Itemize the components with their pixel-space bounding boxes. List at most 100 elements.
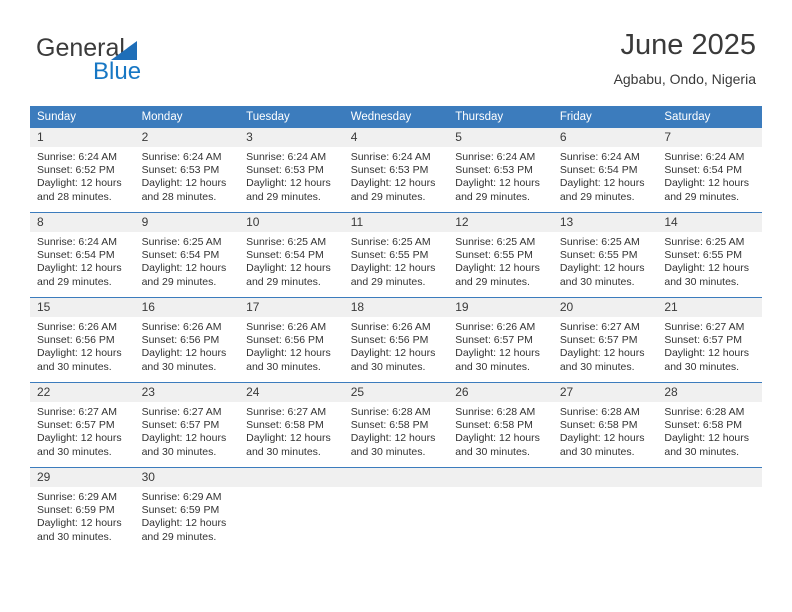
day-cell[interactable]: 17 Sunrise: 6:26 AM Sunset: 6:56 PM Dayligh… xyxy=(239,298,344,382)
sunset-text: Sunset: 6:59 PM xyxy=(37,504,115,517)
day-cell[interactable]: 1 Sunrise: 6:24 AM Sunset: 6:52 PM Daylight… xyxy=(30,128,135,212)
day-cell[interactable]: 22 Sunrise: 6:27 AM Sunset: 6:57 PM Dayligh… xyxy=(30,383,135,467)
calendar-day-cell[interactable]: 25 Sunrise: 6:28 AM Sunset: 6:58 PM Dayligh… xyxy=(343,382,449,468)
general-blue-logo[interactable]: General Blue xyxy=(36,34,236,90)
day-cell[interactable]: 25 Sunrise: 6:28 AM Sunset: 6:58 PM Dayligh… xyxy=(343,383,449,467)
day-cell[interactable]: 5 Sunrise: 6:24 AM Sunset: 6:53 PM Daylight… xyxy=(448,128,553,212)
day-number: 13 xyxy=(552,213,658,232)
daylight-text: Daylight: 12 hours and 30 minutes. xyxy=(455,432,540,458)
daylight-text: Daylight: 12 hours and 30 minutes. xyxy=(559,347,645,373)
calendar-day-cell[interactable]: 12 Sunrise: 6:25 AM Sunset: 6:55 PM Dayligh… xyxy=(448,212,553,298)
daylight-text: Daylight: 12 hours and 29 minutes. xyxy=(37,262,122,288)
day-cell[interactable]: 19 Sunrise: 6:26 AM Sunset: 6:57 PM Dayligh… xyxy=(448,298,553,382)
page-title: June 2025 xyxy=(620,29,756,61)
calendar-day-cell[interactable]: 17 Sunrise: 6:26 AM Sunset: 6:56 PM Dayligh… xyxy=(239,297,344,383)
day-cell[interactable]: 29 Sunrise: 6:29 AM Sunset: 6:59 PM Dayligh… xyxy=(30,468,135,552)
daylight-text: Daylight: 12 hours and 29 minutes. xyxy=(455,262,540,288)
calendar-day-cell[interactable]: 26 Sunrise: 6:28 AM Sunset: 6:58 PM Dayligh… xyxy=(448,382,553,468)
daylight-text: Daylight: 12 hours and 29 minutes. xyxy=(350,177,436,203)
sunset-text: Sunset: 6:54 PM xyxy=(559,164,638,177)
logo-text-blue: Blue xyxy=(93,58,142,85)
calendar-day-cell[interactable]: 1 Sunrise: 6:24 AM Sunset: 6:52 PM Daylight… xyxy=(30,128,135,213)
calendar-day-cell[interactable]: 18 Sunrise: 6:26 AM Sunset: 6:56 PM Dayligh… xyxy=(343,297,449,383)
day-details: Sunrise: 6:25 AM Sunset: 6:55 PM Daylight:… xyxy=(657,232,762,289)
calendar-day-cell[interactable]: 29 Sunrise: 6:29 AM Sunset: 6:59 PM Dayligh… xyxy=(30,467,135,552)
day-cell[interactable]: 27 Sunrise: 6:28 AM Sunset: 6:58 PM Dayligh… xyxy=(552,383,658,467)
day-cell[interactable]: 14 Sunrise: 6:25 AM Sunset: 6:55 PM Dayligh… xyxy=(657,213,762,297)
day-number: 22 xyxy=(30,383,135,402)
calendar-week-row: 15 Sunrise: 6:26 AM Sunset: 6:56 PM Dayligh… xyxy=(30,297,762,383)
day-number xyxy=(657,468,762,487)
sunrise-text: Sunrise: 6:26 AM xyxy=(455,321,536,333)
day-cell[interactable]: 21 Sunrise: 6:27 AM Sunset: 6:57 PM Dayligh… xyxy=(657,298,762,382)
day-cell[interactable]: 30 Sunrise: 6:29 AM Sunset: 6:59 PM Dayligh… xyxy=(134,468,240,552)
calendar-day-cell[interactable]: 27 Sunrise: 6:28 AM Sunset: 6:58 PM Dayligh… xyxy=(552,382,658,468)
sunrise-sunset-calendar-table: Sunday Monday Tuesday Wednesday Thursday… xyxy=(30,106,762,552)
day-cell[interactable]: 16 Sunrise: 6:26 AM Sunset: 6:56 PM Dayligh… xyxy=(134,298,240,382)
daylight-text: Daylight: 12 hours and 30 minutes. xyxy=(350,347,436,373)
calendar-day-cell[interactable]: 4 Sunrise: 6:24 AM Sunset: 6:53 PM Daylight… xyxy=(343,128,449,213)
calendar-day-cell[interactable]: 5 Sunrise: 6:24 AM Sunset: 6:53 PM Daylight… xyxy=(448,128,553,213)
day-details: Sunrise: 6:28 AM Sunset: 6:58 PM Daylight:… xyxy=(657,402,762,459)
calendar-day-cell[interactable]: 9 Sunrise: 6:25 AM Sunset: 6:54 PM Daylight… xyxy=(134,212,240,298)
day-cell[interactable]: 11 Sunrise: 6:25 AM Sunset: 6:55 PM Dayligh… xyxy=(343,213,449,297)
day-number: 8 xyxy=(30,213,135,232)
daylight-text: Daylight: 12 hours and 30 minutes. xyxy=(246,432,331,458)
calendar-day-cell[interactable]: 7 Sunrise: 6:24 AM Sunset: 6:54 PM Daylight… xyxy=(657,128,762,213)
weekday-header-sunday: Sunday xyxy=(30,106,135,128)
empty-day-cell xyxy=(448,468,553,552)
day-cell[interactable]: 15 Sunrise: 6:26 AM Sunset: 6:56 PM Dayligh… xyxy=(30,298,135,382)
calendar-day-cell[interactable]: 22 Sunrise: 6:27 AM Sunset: 6:57 PM Dayligh… xyxy=(30,382,135,468)
sunrise-text: Sunrise: 6:25 AM xyxy=(246,236,327,248)
daylight-text: Daylight: 12 hours and 30 minutes. xyxy=(664,262,750,288)
calendar-day-cell[interactable]: 19 Sunrise: 6:26 AM Sunset: 6:57 PM Dayligh… xyxy=(448,297,553,383)
day-details: Sunrise: 6:28 AM Sunset: 6:58 PM Daylight:… xyxy=(344,402,449,459)
calendar-day-cell[interactable] xyxy=(657,467,762,552)
day-cell[interactable]: 26 Sunrise: 6:28 AM Sunset: 6:58 PM Dayligh… xyxy=(448,383,553,467)
calendar-day-cell[interactable] xyxy=(552,467,658,552)
calendar-day-cell[interactable]: 28 Sunrise: 6:28 AM Sunset: 6:58 PM Dayligh… xyxy=(657,382,762,468)
day-cell[interactable]: 23 Sunrise: 6:27 AM Sunset: 6:57 PM Dayligh… xyxy=(134,383,240,467)
sunset-text: Sunset: 6:57 PM xyxy=(559,334,638,347)
calendar-day-cell[interactable] xyxy=(448,467,553,552)
day-number xyxy=(448,468,553,487)
day-cell[interactable]: 13 Sunrise: 6:25 AM Sunset: 6:55 PM Dayligh… xyxy=(552,213,658,297)
day-number: 30 xyxy=(134,468,240,487)
calendar-day-cell[interactable] xyxy=(343,467,449,552)
calendar-day-cell[interactable] xyxy=(239,467,344,552)
calendar-day-cell[interactable]: 30 Sunrise: 6:29 AM Sunset: 6:59 PM Dayligh… xyxy=(134,467,240,552)
calendar-day-cell[interactable]: 15 Sunrise: 6:26 AM Sunset: 6:56 PM Dayligh… xyxy=(30,297,135,383)
day-cell[interactable]: 4 Sunrise: 6:24 AM Sunset: 6:53 PM Daylight… xyxy=(343,128,449,212)
day-cell[interactable]: 2 Sunrise: 6:24 AM Sunset: 6:53 PM Daylight… xyxy=(134,128,240,212)
day-cell[interactable]: 9 Sunrise: 6:25 AM Sunset: 6:54 PM Daylight… xyxy=(134,213,240,297)
daylight-text: Daylight: 12 hours and 29 minutes. xyxy=(350,262,436,288)
calendar-day-cell[interactable]: 13 Sunrise: 6:25 AM Sunset: 6:55 PM Dayligh… xyxy=(552,212,658,298)
day-number: 5 xyxy=(448,128,553,147)
day-cell[interactable]: 7 Sunrise: 6:24 AM Sunset: 6:54 PM Daylight… xyxy=(657,128,762,212)
calendar-day-cell[interactable]: 6 Sunrise: 6:24 AM Sunset: 6:54 PM Daylight… xyxy=(552,128,658,213)
day-cell[interactable]: 10 Sunrise: 6:25 AM Sunset: 6:54 PM Dayligh… xyxy=(239,213,344,297)
day-cell[interactable]: 28 Sunrise: 6:28 AM Sunset: 6:58 PM Dayligh… xyxy=(657,383,762,467)
calendar-day-cell[interactable]: 23 Sunrise: 6:27 AM Sunset: 6:57 PM Dayligh… xyxy=(134,382,240,468)
day-cell[interactable]: 12 Sunrise: 6:25 AM Sunset: 6:55 PM Dayligh… xyxy=(448,213,553,297)
empty-day-cell xyxy=(657,468,762,552)
calendar-day-cell[interactable]: 10 Sunrise: 6:25 AM Sunset: 6:54 PM Dayligh… xyxy=(239,212,344,298)
calendar-day-cell[interactable]: 16 Sunrise: 6:26 AM Sunset: 6:56 PM Dayligh… xyxy=(134,297,240,383)
calendar-day-cell[interactable]: 11 Sunrise: 6:25 AM Sunset: 6:55 PM Dayligh… xyxy=(343,212,449,298)
day-cell[interactable]: 20 Sunrise: 6:27 AM Sunset: 6:57 PM Dayligh… xyxy=(552,298,658,382)
day-cell[interactable]: 24 Sunrise: 6:27 AM Sunset: 6:58 PM Dayligh… xyxy=(239,383,344,467)
calendar-day-cell[interactable]: 2 Sunrise: 6:24 AM Sunset: 6:53 PM Daylight… xyxy=(134,128,240,213)
calendar-day-cell[interactable]: 8 Sunrise: 6:24 AM Sunset: 6:54 PM Daylight… xyxy=(30,212,135,298)
calendar-body: 1 Sunrise: 6:24 AM Sunset: 6:52 PM Daylight… xyxy=(30,128,762,552)
calendar-day-cell[interactable]: 20 Sunrise: 6:27 AM Sunset: 6:57 PM Dayligh… xyxy=(552,297,658,383)
day-cell[interactable]: 18 Sunrise: 6:26 AM Sunset: 6:56 PM Dayligh… xyxy=(343,298,449,382)
day-cell[interactable]: 8 Sunrise: 6:24 AM Sunset: 6:54 PM Daylight… xyxy=(30,213,135,297)
calendar-day-cell[interactable]: 14 Sunrise: 6:25 AM Sunset: 6:55 PM Dayligh… xyxy=(657,212,762,298)
title-block: June 2025 Agbabu, Ondo, Nigeria xyxy=(614,28,756,88)
day-cell[interactable]: 6 Sunrise: 6:24 AM Sunset: 6:54 PM Daylight… xyxy=(552,128,658,212)
sunset-text: Sunset: 6:54 PM xyxy=(664,164,743,177)
day-cell[interactable]: 3 Sunrise: 6:24 AM Sunset: 6:53 PM Daylight… xyxy=(239,128,344,212)
calendar-day-cell[interactable]: 24 Sunrise: 6:27 AM Sunset: 6:58 PM Dayligh… xyxy=(239,382,344,468)
calendar-day-cell[interactable]: 21 Sunrise: 6:27 AM Sunset: 6:57 PM Dayligh… xyxy=(657,297,762,383)
calendar-day-cell[interactable]: 3 Sunrise: 6:24 AM Sunset: 6:53 PM Daylight… xyxy=(239,128,344,213)
